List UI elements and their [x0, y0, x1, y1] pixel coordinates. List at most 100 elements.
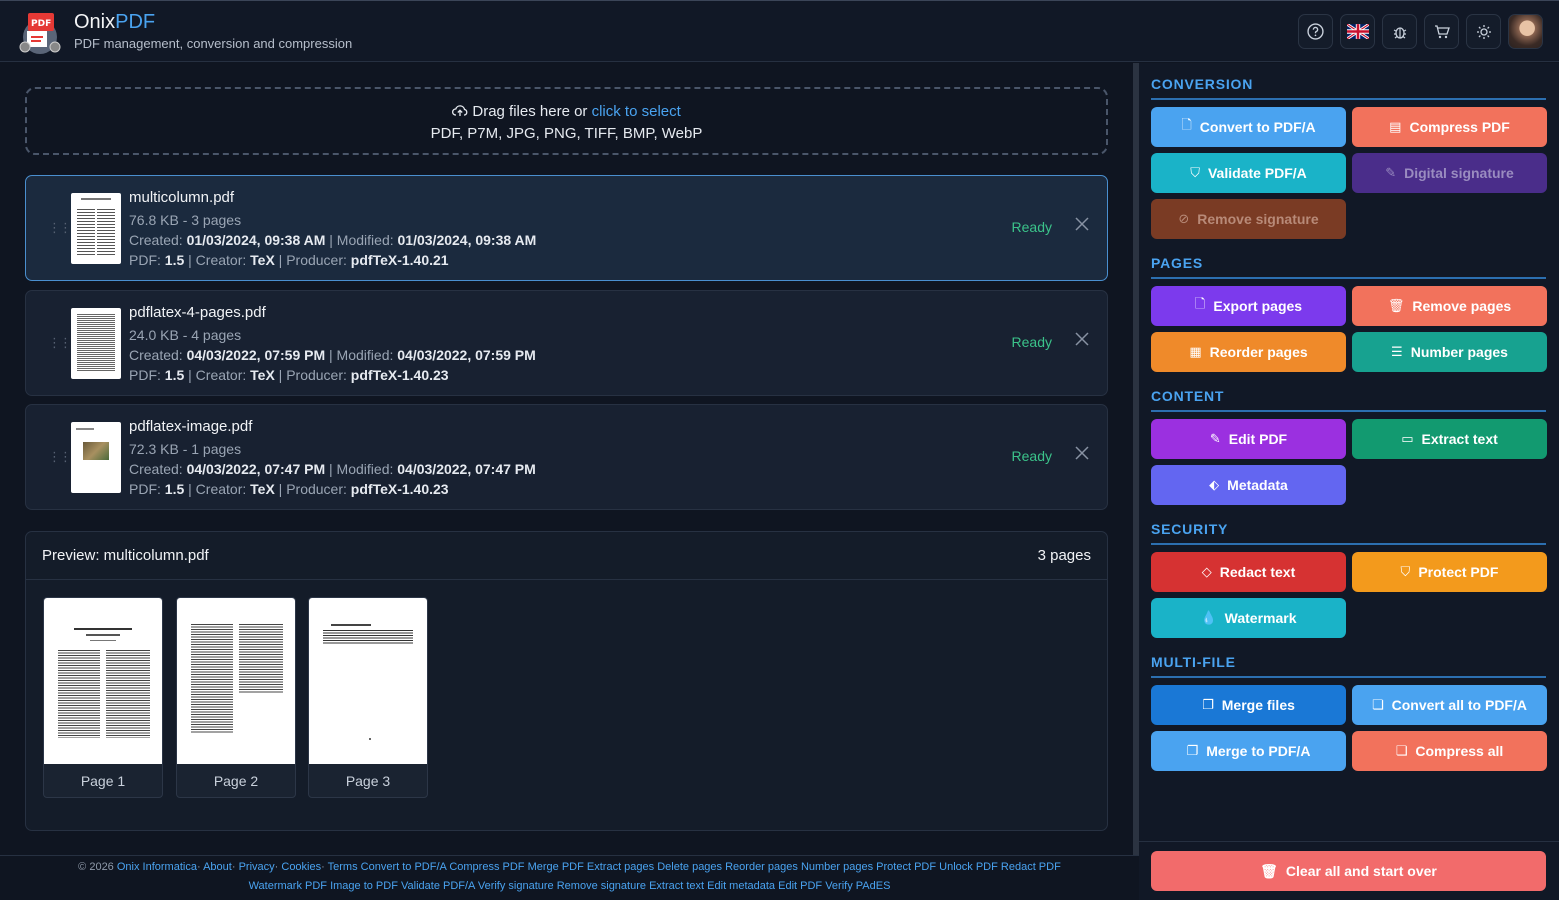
drag-handle-icon[interactable]: ⋮⋮ — [48, 335, 72, 351]
section-security: SECURITY — [1151, 521, 1546, 545]
remove-file-button[interactable] — [1075, 329, 1089, 352]
redact-text-button[interactable]: ◇ Redact text — [1151, 552, 1346, 592]
tools-sidebar: CONVERSION 🗋 Convert to PDF/A ▤ Compress P… — [1139, 63, 1559, 900]
extract-text-button[interactable]: ▭ Extract text — [1352, 419, 1547, 459]
remove-pages-button[interactable]: 🗑 Remove pages — [1352, 286, 1547, 326]
clear-all-button[interactable]: 🗑 Clear all and start over — [1151, 851, 1546, 891]
footer-link[interactable]: About — [203, 861, 232, 873]
footer-link[interactable]: Unlock PDF — [939, 861, 998, 873]
footer-links-row1: © 2026 Onix Informatica· About· Privacy·… — [0, 858, 1139, 877]
file-card-pdflatex-4-pages[interactable]: ⋮⋮ pdflatex-4-pages.pdf 24.0 KB - 4 page… — [25, 290, 1108, 396]
section-multi-file: MULTI-FILE — [1151, 654, 1546, 678]
drag-handle-icon[interactable]: ⋮⋮ — [48, 449, 72, 465]
preview-page-count: 3 pages — [1037, 547, 1091, 564]
footer-links-row2: Watermark PDF Image to PDF Validate PDF/… — [0, 877, 1139, 896]
footer-link[interactable]: Verify signature — [478, 880, 554, 892]
footer-link[interactable]: Protect PDF — [876, 861, 936, 873]
file-size: 24.0 KB - 4 pages — [129, 327, 242, 343]
footer-link[interactable]: Extract pages — [587, 861, 654, 873]
file-dates: Created: 04/03/2022, 07:47 PM | Modified… — [129, 461, 536, 477]
footer-link[interactable]: Edit PDF — [778, 880, 822, 892]
tag-icon: ⬖ — [1209, 477, 1220, 492]
cart-button[interactable] — [1424, 14, 1459, 49]
footer-link[interactable]: Verify PAdES — [825, 880, 890, 892]
footer-link[interactable]: Image to PDF — [330, 880, 398, 892]
section-pages: PAGES — [1151, 255, 1546, 279]
file-pdf-info: PDF: 1.5 | Creator: TeX | Producer: pdfT… — [129, 367, 449, 383]
remove-signature-button[interactable]: ⊘ Remove signature — [1151, 199, 1346, 239]
reorder-pages-button[interactable]: ▦ Reorder pages — [1151, 332, 1346, 372]
edit-icon: ✎ — [1209, 431, 1221, 446]
language-button[interactable] — [1340, 14, 1375, 49]
metadata-button[interactable]: ⬖ Metadata — [1151, 465, 1346, 505]
file-thumbnail — [71, 422, 121, 493]
page-image — [309, 598, 427, 764]
files-icon: ❐ — [1202, 697, 1214, 712]
click-to-select-link[interactable]: click to select — [592, 103, 681, 120]
footer-link[interactable]: Extract text — [649, 880, 704, 892]
file-card-multicolumn[interactable]: ⋮⋮ multicolumn.pdf 76.8 KB - 3 pages Cre… — [25, 175, 1108, 281]
footer-link[interactable]: Number pages — [801, 861, 873, 873]
theme-toggle-button[interactable] — [1466, 14, 1501, 49]
app-title: OnixPDF — [74, 11, 156, 33]
bug-report-button[interactable] — [1382, 14, 1417, 49]
section-content: CONTENT — [1151, 388, 1546, 412]
footer-link[interactable]: Remove signature — [557, 880, 646, 892]
file-name: multicolumn.pdf — [129, 189, 235, 206]
footer-link[interactable]: Validate PDF/A — [401, 880, 475, 892]
validate-pdfa-button[interactable]: ⛉ Validate PDF/A — [1151, 153, 1346, 193]
help-icon — [1307, 23, 1324, 40]
file-pdf-info: PDF: 1.5 | Creator: TeX | Producer: pdfT… — [129, 481, 449, 497]
preview-page-1[interactable]: Page 1 — [43, 597, 163, 798]
edit-pdf-button[interactable]: ✎ Edit PDF — [1151, 419, 1346, 459]
shield-lock-icon: ⛉ — [1400, 564, 1411, 579]
footer-separator: · — [231, 861, 239, 873]
file-thumbnail — [71, 193, 121, 264]
droplet-icon: 💧 — [1200, 610, 1217, 625]
help-button[interactable] — [1298, 14, 1333, 49]
merge-to-pdfa-button[interactable]: ❐ Merge to PDF/A — [1151, 731, 1346, 771]
preview-page-2[interactable]: Page 2 — [176, 597, 296, 798]
footer-link[interactable]: Reorder pages — [725, 861, 798, 873]
dropzone-text: Drag files here or — [472, 103, 592, 120]
compress-pdf-button[interactable]: ▤ Compress PDF — [1352, 107, 1547, 147]
file-dropzone[interactable]: Drag files here or click to select PDF, … — [25, 87, 1108, 155]
onixpdf-logo: PDF — [15, 9, 65, 55]
footer-link[interactable]: Terms — [328, 861, 358, 873]
convert-pdfa-button[interactable]: 🗋 Convert to PDF/A — [1151, 107, 1346, 147]
file-size: 72.3 KB - 1 pages — [129, 441, 242, 457]
watermark-button[interactable]: 💧 Watermark — [1151, 598, 1346, 638]
footer-link[interactable]: Privacy — [239, 861, 275, 873]
footer-link[interactable]: Merge PDF — [528, 861, 584, 873]
digital-signature-button[interactable]: ✎ Digital signature — [1352, 153, 1547, 193]
remove-file-button[interactable] — [1075, 214, 1089, 237]
cart-icon — [1434, 24, 1450, 38]
app-header: PDF OnixPDF PDF management, conversion a… — [0, 0, 1559, 62]
footer-link[interactable]: Cookies — [281, 861, 321, 873]
file-name: pdflatex-4-pages.pdf — [129, 304, 266, 321]
files-icon: ❐ — [1186, 743, 1199, 758]
file-card-pdflatex-image[interactable]: ⋮⋮ pdflatex-image.pdf 72.3 KB - 1 pages … — [25, 404, 1108, 510]
copy-icon: ❏ — [1395, 743, 1408, 758]
file-export-icon: 🗋 — [1194, 296, 1206, 311]
footer-link[interactable]: Compress PDF — [449, 861, 524, 873]
convert-all-pdfa-button[interactable]: ❏ Convert all to PDF/A — [1352, 685, 1547, 725]
close-icon — [1075, 332, 1089, 346]
grid-icon: ▦ — [1189, 344, 1202, 359]
footer-link[interactable]: Delete pages — [657, 861, 722, 873]
file-dates: Created: 01/03/2024, 09:38 AM | Modified… — [129, 232, 537, 248]
number-pages-button[interactable]: ☰ Number pages — [1352, 332, 1547, 372]
merge-files-button[interactable]: ❐ Merge files — [1151, 685, 1346, 725]
protect-pdf-button[interactable]: ⛉ Protect PDF — [1352, 552, 1547, 592]
footer-link[interactable]: Redact PDF — [1001, 861, 1061, 873]
user-avatar[interactable] — [1508, 14, 1543, 49]
footer-link[interactable]: Convert to PDF/A — [361, 861, 447, 873]
compress-all-button[interactable]: ❏ Compress all — [1352, 731, 1547, 771]
footer-link[interactable]: Onix Informatica — [117, 861, 197, 873]
preview-page-3[interactable]: Page 3 — [308, 597, 428, 798]
footer-link[interactable]: Watermark PDF — [249, 880, 327, 892]
footer-link[interactable]: Edit metadata — [707, 880, 775, 892]
remove-file-button[interactable] — [1075, 443, 1089, 466]
drag-handle-icon[interactable]: ⋮⋮ — [48, 220, 72, 236]
export-pages-button[interactable]: 🗋 Export pages — [1151, 286, 1346, 326]
